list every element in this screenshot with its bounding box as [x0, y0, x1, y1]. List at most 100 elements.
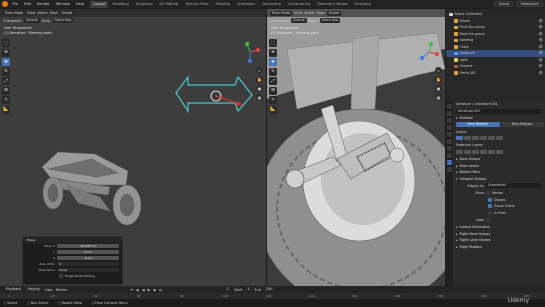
zoom-icon[interactable]: ⌕ — [435, 67, 442, 74]
names-checkbox[interactable] — [486, 190, 490, 195]
workspace-tab-animation[interactable]: Animation — [234, 1, 258, 8]
layer-swatch[interactable] — [496, 149, 503, 154]
workspace-tab-scripting[interactable]: Scripting — [352, 1, 374, 8]
drag-dropdown[interactable]: Select Box — [319, 18, 341, 23]
playback-menu[interactable]: Playback — [4, 287, 24, 292]
menu-pose[interactable]: Pose — [50, 11, 58, 15]
in-front-checkbox[interactable] — [488, 211, 492, 216]
workspace-tab-modeling[interactable]: Modeling — [109, 1, 131, 8]
keying-menu[interactable]: Keying — [26, 287, 42, 292]
output-tab-icon[interactable] — [447, 118, 452, 123]
workspace-tab-geometry-nodes[interactable]: Geometry Nodes — [314, 1, 350, 8]
pan-hand-icon[interactable]: ✋ — [435, 76, 442, 83]
camera-view-icon[interactable]: ▣ — [435, 85, 442, 92]
right-3d-viewport[interactable]: Pose Mode View Select Pose Global Orient… — [267, 9, 445, 286]
annotate-tool-icon[interactable]: ✎ — [269, 96, 277, 104]
select-tool-icon[interactable]: ⬚ — [269, 39, 277, 47]
viewport-display-section[interactable]: ▾ Viewport Display — [454, 176, 545, 183]
jump-start-icon[interactable]: ⏮ — [130, 288, 133, 292]
transform-tool-icon[interactable]: ⊞ — [2, 86, 10, 95]
grid-perspective-icon[interactable]: ▦ — [435, 94, 442, 101]
transform-tool-icon[interactable]: ⊞ — [269, 86, 277, 95]
pose-position-button[interactable]: Pose Position — [456, 122, 500, 128]
layer-swatch[interactable] — [488, 149, 495, 154]
cursor-tool-icon[interactable]: ⊕ — [269, 48, 277, 57]
layer-swatch[interactable] — [472, 149, 479, 154]
navigation-gizmo-icon[interactable] — [239, 41, 261, 63]
end-frame-field[interactable]: 250 — [263, 287, 275, 292]
menu-select[interactable]: Select — [37, 11, 47, 15]
pose-library-section[interactable]: ▸ Pose Library — [454, 162, 545, 169]
move-y-field[interactable]: 0 cm — [57, 249, 119, 255]
menu-file[interactable]: File — [12, 2, 18, 6]
blender-logo-icon[interactable] — [2, 1, 8, 7]
render-tab-icon[interactable] — [447, 111, 452, 116]
layer-swatch[interactable] — [464, 149, 471, 154]
layer-swatch[interactable] — [480, 136, 487, 141]
inverse-kinematics-section[interactable]: ▸ Inverse Kinematics — [454, 223, 545, 230]
menu-pose[interactable]: Pose — [317, 11, 325, 15]
world-tab-icon[interactable] — [447, 132, 452, 137]
workspace-tab-compositing[interactable]: Compositing — [285, 1, 314, 8]
measure-tool-icon[interactable]: 📐 — [269, 105, 277, 114]
left-3d-viewport[interactable]: Pose Mode View Select Pose Global Orient… — [0, 9, 266, 286]
outliner-item[interactable]: Plane.007 👁 — [446, 70, 545, 77]
menu-select[interactable]: Select — [304, 11, 314, 15]
visibility-eye-icon[interactable]: 👁 — [539, 70, 543, 77]
navigation-gizmo-icon[interactable] — [418, 41, 440, 63]
layer-swatch[interactable] — [496, 136, 503, 141]
move-tool-icon[interactable]: ✥ — [2, 58, 10, 66]
menu-view[interactable]: View — [27, 11, 35, 15]
armature-data-name-field[interactable]: Armature.001 — [456, 108, 542, 114]
modifier-tab-icon[interactable] — [447, 146, 452, 151]
play-reverse-icon[interactable]: ◀ — [142, 288, 145, 292]
camera-view-icon[interactable]: ▣ — [256, 85, 263, 92]
pan-hand-icon[interactable]: ✋ — [256, 76, 263, 83]
scene-tab-icon[interactable] — [447, 125, 452, 130]
workspace-tab-rendering[interactable]: Rendering — [259, 1, 283, 8]
play-icon[interactable]: ▶ — [148, 288, 151, 292]
grid-perspective-icon[interactable]: ▦ — [256, 94, 263, 101]
rigify-layer-names-section[interactable]: ▸ Rigify Layer Names — [454, 237, 545, 244]
transform-orientation-selector[interactable]: Global — [59, 10, 75, 16]
menu-edit[interactable]: Edit — [24, 2, 31, 6]
menu-help[interactable]: Help — [76, 2, 84, 6]
workspace-tab-uv-editing[interactable]: UV Editing — [157, 1, 182, 8]
menu-window[interactable]: Window — [56, 2, 70, 6]
rotate-tool-icon[interactable]: ↻ — [269, 67, 277, 76]
orientation-dropdown[interactable]: Local — [57, 267, 119, 273]
menu-render[interactable]: Render — [37, 2, 50, 6]
select-tool-icon[interactable]: ⬚ — [2, 39, 10, 47]
layer-swatch[interactable] — [456, 136, 463, 141]
cursor-tool-icon[interactable]: ⊕ — [2, 48, 10, 57]
constraint-tab-icon[interactable] — [447, 153, 452, 158]
steering-control-bone[interactable] — [175, 75, 253, 113]
rotate-tool-icon[interactable]: ↻ — [2, 67, 10, 76]
annotate-tool-icon[interactable]: ✎ — [2, 96, 10, 104]
group-colors-checkbox[interactable] — [488, 204, 492, 209]
rigify-bone-groups-section[interactable]: ▸ Rigify Bone Groups — [454, 230, 545, 237]
scene-selector[interactable]: Scene — [494, 1, 514, 7]
zoom-icon[interactable]: ⌕ — [256, 67, 263, 74]
object-tab-icon[interactable] — [447, 139, 452, 144]
tool-tab-icon[interactable] — [447, 104, 452, 109]
menu-view[interactable]: View — [294, 11, 302, 15]
rigify-buttons-section[interactable]: ▸ Rigify Buttons — [454, 244, 545, 251]
workspace-tab-layout[interactable]: Layout — [90, 0, 109, 8]
orientation-dropdown[interactable]: Default — [24, 18, 40, 23]
move-tool-icon[interactable]: ✥ — [269, 58, 277, 66]
layer-swatch[interactable] — [464, 136, 471, 141]
current-frame-field[interactable]: 1 — [224, 287, 232, 292]
jump-end-icon[interactable]: ⏭ — [159, 288, 162, 292]
drag-dropdown[interactable]: Select Box — [52, 18, 74, 23]
proportional-checkbox[interactable] — [59, 274, 63, 278]
workspace-tab-shading[interactable]: Shading — [212, 1, 233, 8]
layer-swatch[interactable] — [472, 136, 479, 141]
move-z-field[interactable]: -0 cm — [57, 255, 119, 261]
workspace-tab-sculpting[interactable]: Sculpting — [133, 1, 156, 8]
workspace-tab-texture-paint[interactable]: Texture Paint — [182, 1, 211, 8]
axis-ortho-dropdown[interactable]: X — [57, 261, 119, 267]
scale-tool-icon[interactable]: ⤢ — [2, 77, 10, 85]
skeleton-section[interactable]: ▾ Skeleton — [454, 115, 545, 122]
bone-tab-icon[interactable] — [447, 167, 452, 172]
